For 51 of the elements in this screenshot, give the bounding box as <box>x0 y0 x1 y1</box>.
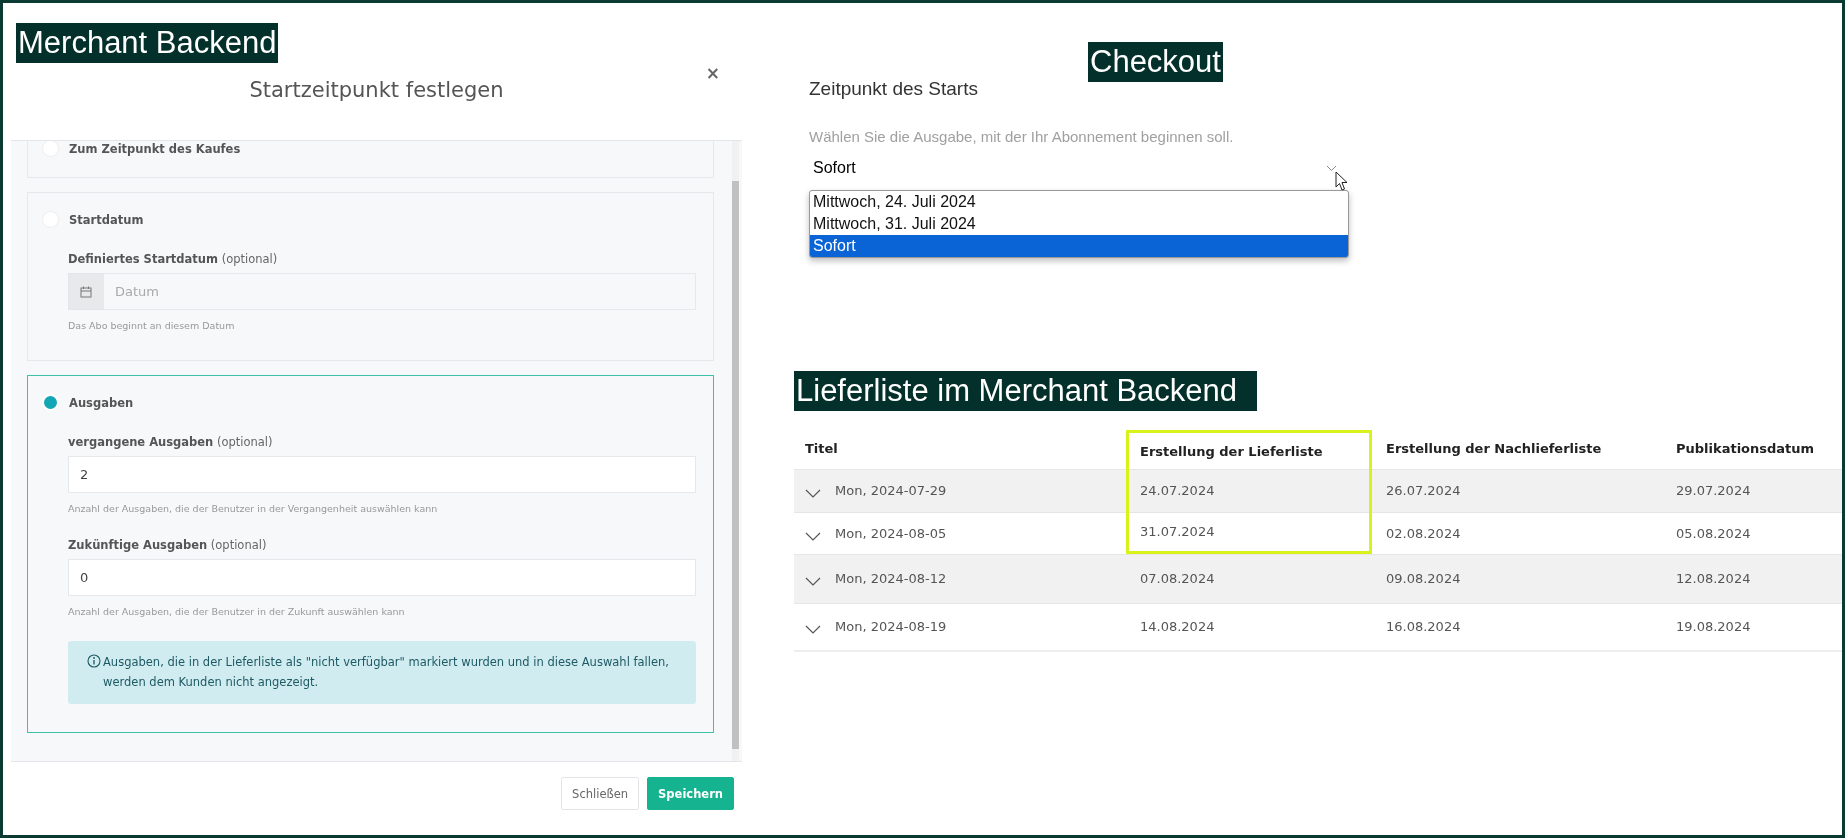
table-cell-text: 09.08.2024 <box>1385 571 1462 586</box>
table-cell-text: 19.08.2024 <box>1675 619 1752 634</box>
chevron-down-icon[interactable] <box>805 489 821 498</box>
table-cell-text: 26.07.2024 <box>1385 483 1462 498</box>
scrollbar[interactable] <box>732 141 739 761</box>
table-cell-text: 14.08.2024 <box>1139 619 1216 634</box>
table-cell-text: 07.08.2024 <box>1139 571 1216 586</box>
table-cell-text: 05.08.2024 <box>1675 525 1752 541</box>
field-label: Definiertes Startdatum (optional) <box>68 252 278 266</box>
table-cell: Mon, 2024-07-29 <box>835 483 947 498</box>
table-cell-text: 12.08.2024 <box>1675 571 1752 586</box>
chevron-down-icon <box>1326 164 1337 172</box>
field-label: Zukünftige Ausgaben (optional) <box>68 538 267 552</box>
dropdown-option[interactable]: Mittwoch, 31. Juli 2024 <box>810 213 1348 235</box>
table-cell-text: 02.08.2024 <box>1385 525 1462 541</box>
dropdown-option[interactable]: Sofort <box>810 235 1348 257</box>
field-label: vergangene Ausgaben (optional) <box>68 435 273 449</box>
modal-title: Startzeitpunkt festlegen <box>249 78 504 104</box>
calendar-icon <box>68 273 103 310</box>
table-cell-text: 29.07.2024 <box>1675 483 1752 498</box>
table-cell: Mon, 2024-08-19 <box>835 619 947 634</box>
number-field[interactable]: 2 <box>68 456 696 493</box>
help-text: Anzahl der Ausgaben, die der Benutzer in der Zukunft auswählen kann <box>68 606 405 617</box>
close-button[interactable]: × <box>703 63 722 83</box>
column-header: Publikationsdatum <box>1675 441 1815 456</box>
section-caption: Checkout <box>1088 42 1223 82</box>
info-text: Ausgaben, die in der Lieferliste als "nicht verfügbar" markiert wurden und in diese Auswahl fallen, werden dem Kunden nicht angezeigt. <box>103 654 670 691</box>
number-field[interactable]: 0 <box>68 559 696 596</box>
close-dialog-button[interactable]: Schließen <box>561 777 640 810</box>
table-cell: Mon, 2024-08-05 <box>835 525 947 541</box>
section-caption: Merchant Backend <box>16 23 279 63</box>
column-header: Titel <box>804 441 838 456</box>
help-text: Das Abo beginnt an diesem Datum <box>68 320 235 331</box>
table-cell: Mon, 2024-08-12 <box>835 571 947 586</box>
date-field[interactable]: Datum <box>103 273 696 310</box>
option-label: Zum Zeitpunkt des Kaufes <box>69 141 241 156</box>
section-heading: Zeitpunkt des Starts <box>809 78 979 100</box>
dropdown-option[interactable]: Mittwoch, 24. Juli 2024 <box>810 191 1348 213</box>
hint-text: Wählen Sie die Ausgabe, mit der Ihr Abonnement beginnen soll. <box>809 128 1235 145</box>
select-field[interactable]: Sofort <box>809 155 1349 181</box>
radio-button[interactable] <box>42 141 59 157</box>
chevron-down-icon[interactable] <box>805 577 821 586</box>
info-icon <box>87 654 101 668</box>
option-label: Ausgaben <box>69 395 134 410</box>
option-label: Startdatum <box>69 212 144 227</box>
column-header: Erstellung der Nachlieferliste <box>1385 441 1602 456</box>
section-caption: Lieferliste im Merchant Backend <box>794 371 1258 411</box>
help-text: Anzahl der Ausgaben, die der Benutzer in der Vergangenheit auswählen kann <box>68 503 438 514</box>
chevron-down-icon[interactable] <box>805 531 821 541</box>
chevron-down-icon[interactable] <box>805 625 821 634</box>
table-cell-text: 16.08.2024 <box>1385 619 1462 634</box>
